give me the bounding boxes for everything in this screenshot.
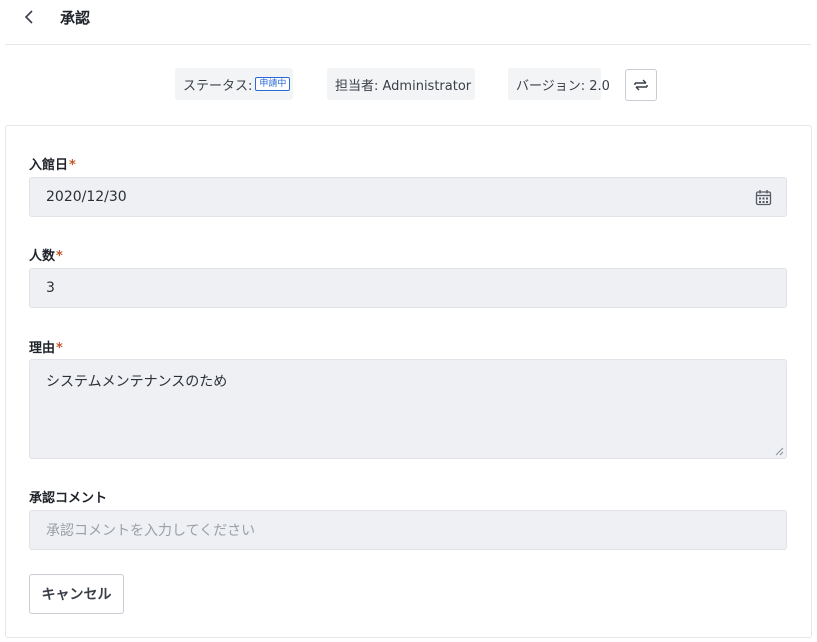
reason-value: システムメンテナンスのため bbox=[46, 374, 228, 390]
chevron-left-icon bbox=[24, 10, 33, 24]
status-badge: 申請中 bbox=[255, 77, 291, 91]
back-button[interactable] bbox=[18, 6, 40, 28]
page-title: 承認 bbox=[60, 9, 91, 27]
reason-label: 理由* bbox=[29, 341, 63, 356]
header-divider bbox=[5, 44, 811, 45]
status-label: ステータス: bbox=[183, 78, 253, 94]
swap-button[interactable] bbox=[625, 69, 657, 101]
comment-input[interactable]: 承認コメントを入力してください bbox=[29, 510, 787, 550]
entry-date-value: 2020/12/30 bbox=[46, 189, 127, 205]
status-chip: ステータス: 申請中 bbox=[175, 68, 293, 100]
cancel-button[interactable]: キャンセル bbox=[29, 574, 124, 614]
people-label: 人数* bbox=[29, 249, 63, 264]
reason-textarea[interactable]: システムメンテナンスのため bbox=[29, 359, 787, 459]
people-input[interactable]: 3 bbox=[29, 268, 787, 308]
page-header: 承認 bbox=[0, 0, 817, 45]
entry-date-label: 入館日* bbox=[29, 158, 76, 173]
swap-arrows-icon bbox=[634, 79, 648, 91]
assignee-chip: 担当者: Administrator bbox=[327, 68, 475, 100]
version-chip: バージョン: 2.0 bbox=[508, 68, 610, 100]
required-mark: * bbox=[56, 249, 63, 264]
comment-label: 承認コメント bbox=[29, 491, 108, 506]
resize-grip-icon[interactable] bbox=[775, 447, 784, 456]
entry-date-input[interactable]: 2020/12/30 bbox=[29, 177, 787, 217]
calendar-icon[interactable] bbox=[755, 189, 772, 206]
required-mark: * bbox=[56, 341, 63, 356]
required-mark: * bbox=[69, 158, 76, 173]
